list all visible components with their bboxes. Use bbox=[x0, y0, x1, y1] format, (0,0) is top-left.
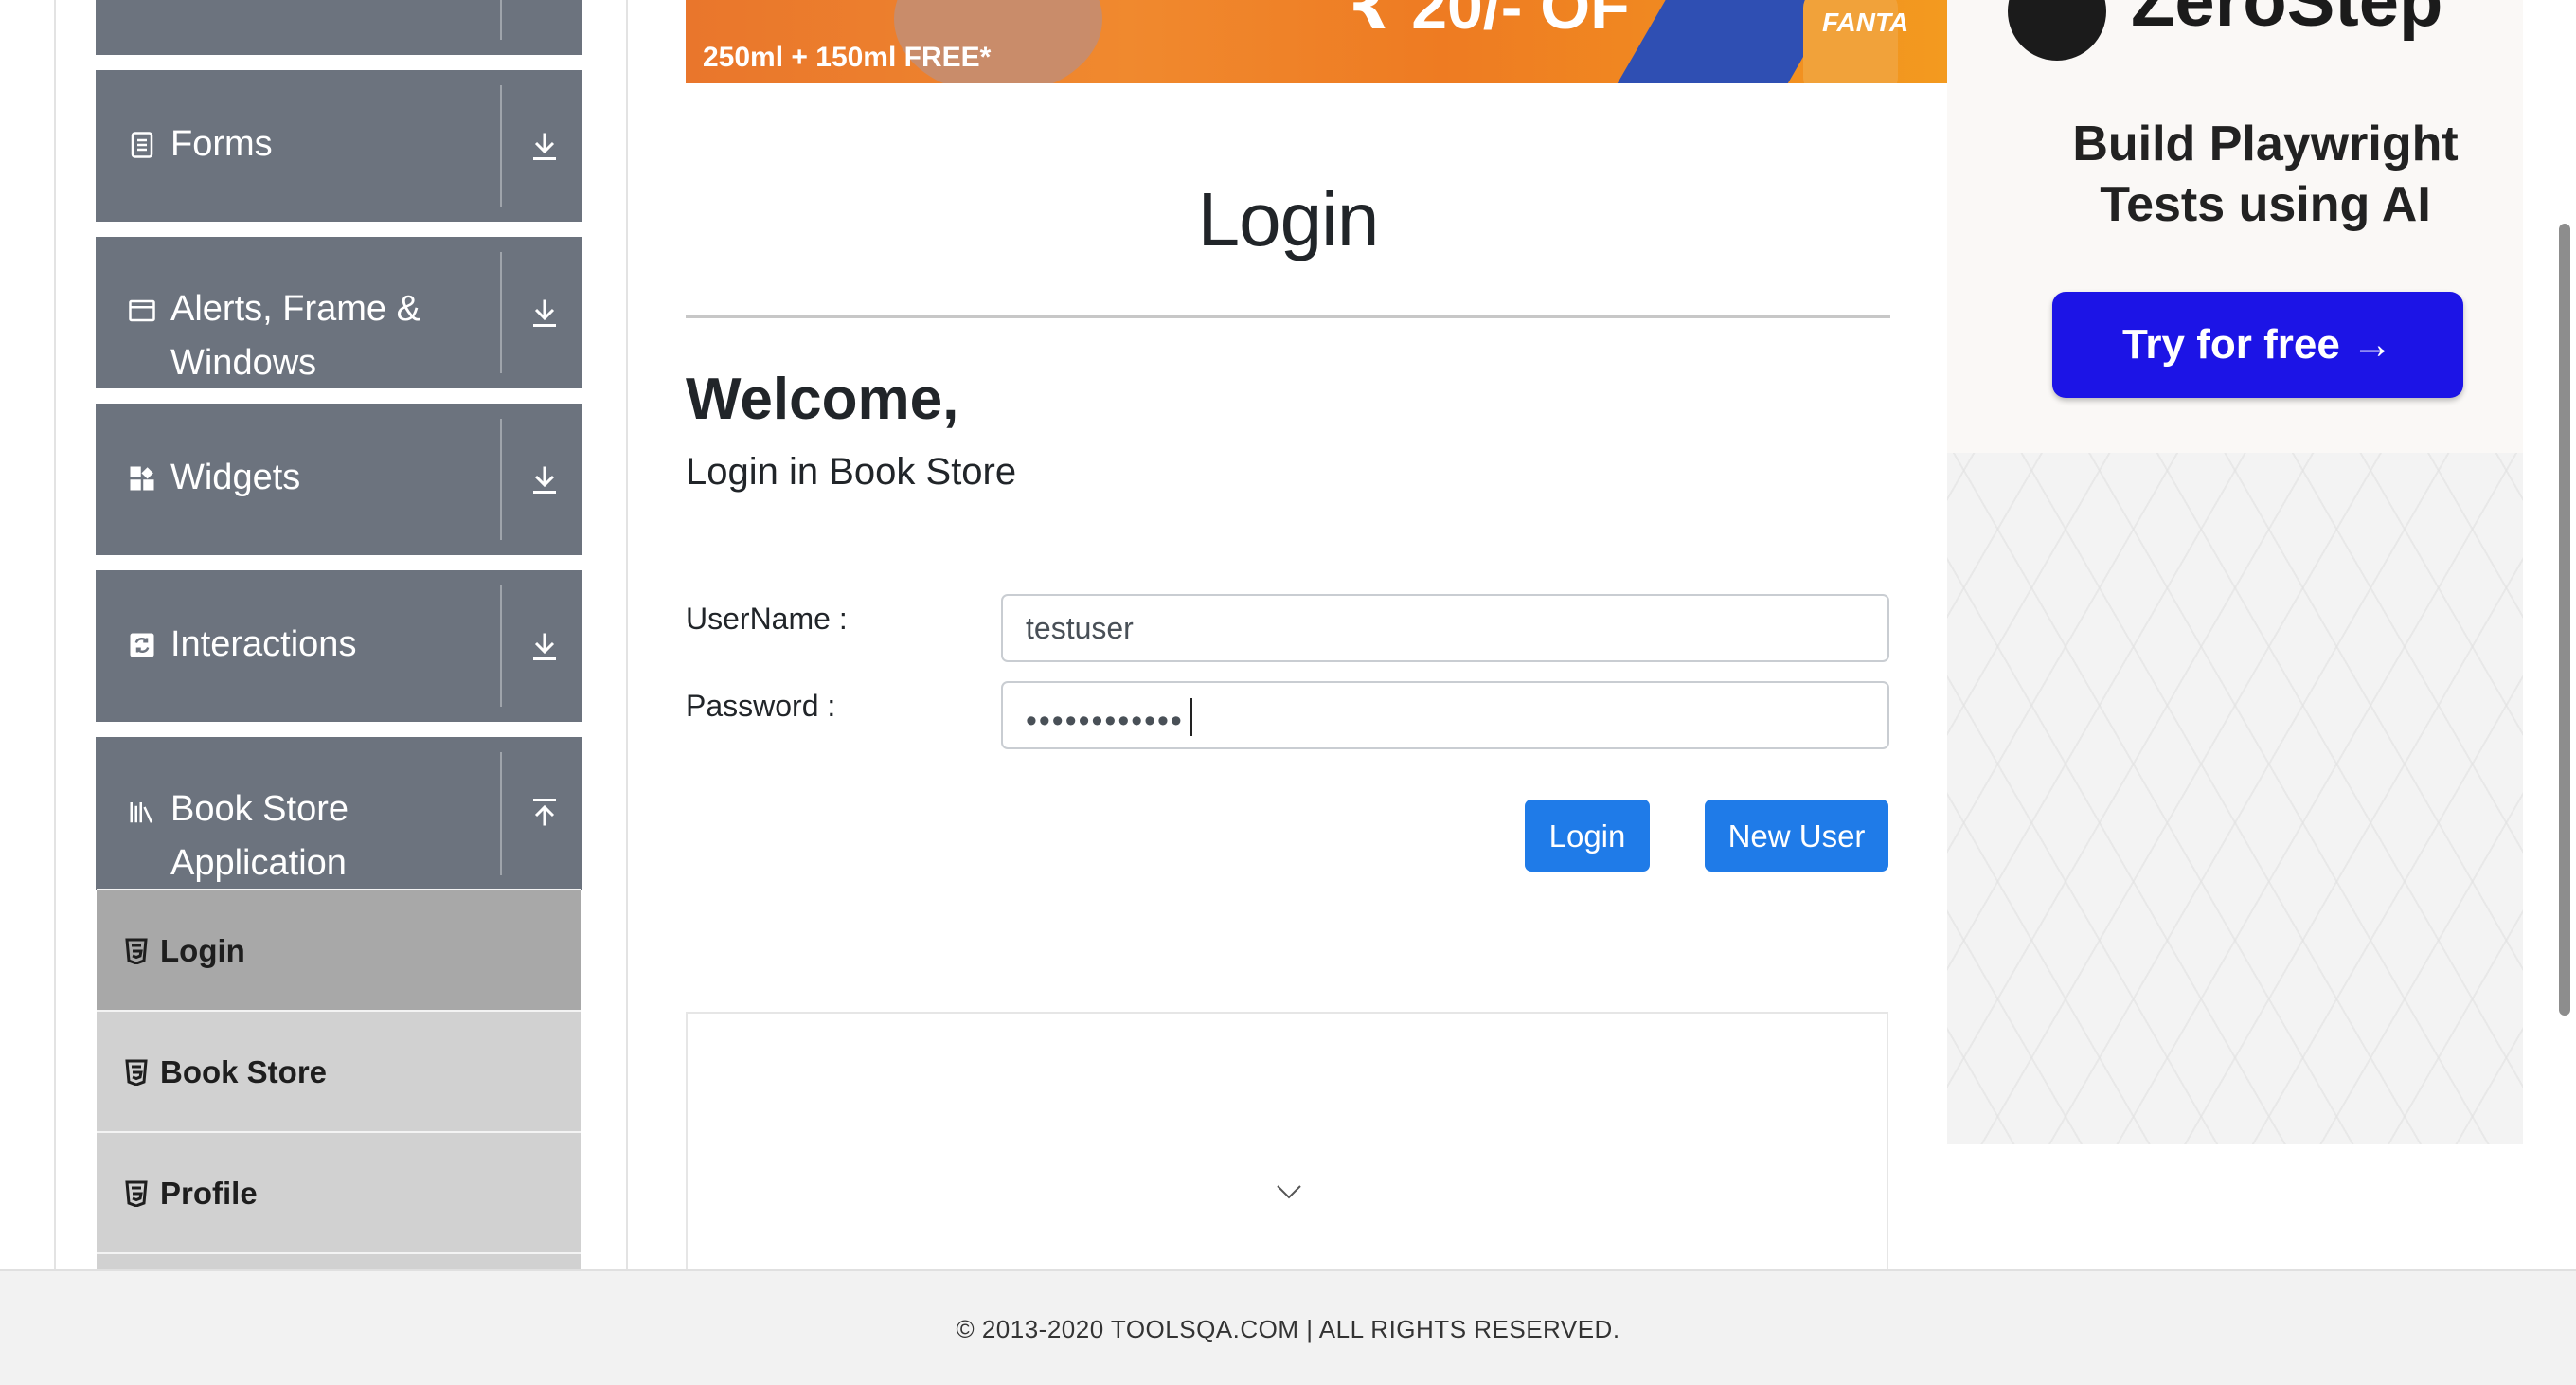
password-label: Password : bbox=[686, 689, 836, 723]
interactions-icon bbox=[130, 633, 154, 657]
download-arrow-icon[interactable] bbox=[528, 627, 562, 665]
html5-icon bbox=[125, 1059, 148, 1086]
sidebar-group-alerts-frame-windows[interactable]: Alerts, Frame & Windows bbox=[96, 237, 582, 388]
html5-icon bbox=[125, 938, 148, 964]
download-arrow-icon[interactable] bbox=[528, 294, 562, 332]
form-icon bbox=[131, 132, 153, 158]
ad-headline-line1: Build Playwright bbox=[2072, 117, 2459, 171]
ad-headline: Build Playwright Tests using AI bbox=[1947, 114, 2576, 235]
login-button[interactable]: Login bbox=[1525, 800, 1650, 872]
download-arrow-icon[interactable] bbox=[528, 460, 562, 498]
page-title: Login bbox=[1197, 177, 1380, 261]
sidebar-item-label: Book Store bbox=[160, 1054, 328, 1089]
username-label: UserName : bbox=[686, 602, 848, 636]
banner-price: ₹ 20/- OF bbox=[1349, 0, 1630, 43]
login-subheading: Login in Book Store bbox=[686, 451, 1017, 493]
sidebar-item-profile[interactable]: Profile bbox=[97, 1131, 581, 1254]
sidebar-group-label: Widgets bbox=[170, 458, 301, 497]
chevron-down-icon[interactable] bbox=[1275, 1182, 1303, 1201]
sidebar-group-label-line2: Windows bbox=[170, 343, 317, 383]
banner-brand: FANTA bbox=[1822, 8, 1909, 37]
text-caret bbox=[1190, 698, 1192, 736]
results-panel bbox=[686, 1012, 1888, 1286]
ad-brand: ZeroStep bbox=[2131, 0, 2443, 42]
html5-icon bbox=[125, 1180, 148, 1207]
sidebar-group-forms[interactable]: Forms bbox=[96, 70, 582, 222]
banner-free-text: 250ml + 150ml FREE* bbox=[703, 42, 992, 73]
sidebar-group-divider bbox=[500, 252, 502, 373]
sidebar-group-divider bbox=[500, 752, 502, 875]
upload-arrow-icon[interactable] bbox=[528, 794, 562, 832]
sidebar-group-interactions[interactable]: Interactions bbox=[96, 570, 582, 722]
title-divider bbox=[686, 315, 1890, 318]
sidebar-group-label: Forms bbox=[170, 124, 273, 164]
sidebar-item-login[interactable]: Login bbox=[97, 889, 581, 1012]
sidebar-group-divider bbox=[500, 419, 502, 540]
ad-background-pattern bbox=[1947, 453, 2523, 1144]
sidebar-group-divider bbox=[500, 585, 502, 707]
sidebar-group-widgets[interactable]: Widgets bbox=[96, 404, 582, 555]
password-mask: •••••••••••• bbox=[1026, 703, 1184, 739]
try-for-free-button[interactable]: Try for free → bbox=[2052, 292, 2463, 398]
footer: © 2013-2020 TOOLSQA.COM | ALL RIGHTS RES… bbox=[0, 1269, 2576, 1385]
ad-headline-line2: Tests using AI bbox=[2100, 177, 2431, 232]
sidebar-item-label: Profile bbox=[160, 1176, 258, 1211]
sidebar-item-book-store[interactable]: Book Store bbox=[97, 1010, 581, 1133]
sidebar-group-divider bbox=[500, 0, 502, 40]
library-icon bbox=[130, 802, 153, 823]
new-user-button[interactable]: New User bbox=[1705, 800, 1888, 872]
footer-copyright: © 2013-2020 TOOLSQA.COM | ALL RIGHTS RES… bbox=[956, 1315, 1620, 1343]
scrollbar-thumb[interactable] bbox=[2559, 224, 2570, 1016]
download-arrow-icon[interactable] bbox=[528, 127, 562, 165]
sidebar-group-book-store-application[interactable]: Book Store Application bbox=[96, 737, 582, 890]
widgets-icon bbox=[130, 466, 154, 491]
window-icon bbox=[129, 299, 155, 322]
sidebar-group-divider bbox=[500, 85, 502, 207]
welcome-heading: Welcome, bbox=[686, 367, 959, 432]
sidebar-group-label: Interactions bbox=[170, 624, 357, 664]
banner-ad[interactable]: ₹ 20/- OF FANTA 250ml + 150ml FREE* bbox=[686, 0, 1947, 83]
sidebar-item-label: Login bbox=[160, 933, 245, 968]
sidebar-group-label: Book Store bbox=[170, 789, 349, 829]
sidebar-group-label: Alerts, Frame & bbox=[170, 289, 420, 329]
sidebar-border-left bbox=[54, 0, 56, 1269]
sidebar-group-elements[interactable] bbox=[96, 0, 582, 55]
username-input[interactable] bbox=[1001, 594, 1889, 662]
sidebar-group-label-line2: Application bbox=[170, 843, 347, 883]
sidebar-item-next[interactable] bbox=[97, 1252, 581, 1271]
sidebar-border-right bbox=[626, 0, 628, 1269]
